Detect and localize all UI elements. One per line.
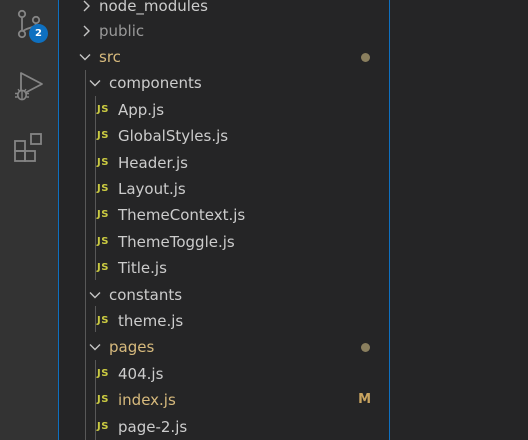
tree-label: Title.js <box>118 259 167 277</box>
tree-folder-public[interactable]: public <box>59 18 389 44</box>
modified-dot-icon <box>361 53 370 62</box>
js-file-icon: JS <box>97 130 109 141</box>
chevron-down-icon <box>89 282 103 308</box>
js-file-icon: JS <box>97 262 109 273</box>
tree-label: Header.js <box>118 154 188 172</box>
chevron-right-icon <box>81 18 95 44</box>
js-file-icon: JS <box>97 183 109 194</box>
tree-label: GlobalStyles.js <box>118 127 229 145</box>
tree-file-globalstyles-js[interactable]: JS GlobalStyles.js <box>59 123 389 149</box>
tree-file-404-js[interactable]: JS 404.js <box>59 361 389 387</box>
tree-label: page-2.js <box>118 418 188 436</box>
tree-file-themecontext-js[interactable]: JS ThemeContext.js <box>59 202 389 228</box>
tree-file-index-js[interactable]: JS index.js M <box>59 387 389 413</box>
tree-folder-components[interactable]: components <box>59 70 389 96</box>
tree-label: components <box>109 74 202 92</box>
tree-label: Layout.js <box>118 180 186 198</box>
git-modified-badge: M <box>358 392 371 407</box>
js-file-icon: JS <box>97 421 109 432</box>
chevron-down-icon <box>89 70 103 96</box>
tree-label: node_modules <box>99 0 208 15</box>
tree-label: pages <box>109 338 155 356</box>
tree-label: ThemeContext.js <box>118 206 246 224</box>
js-file-icon: JS <box>97 157 109 168</box>
tree-folder-constants[interactable]: constants <box>59 282 389 308</box>
explorer-tree: node_modules public src components JS Ap… <box>58 0 390 440</box>
tree-label: src <box>99 48 121 66</box>
js-file-icon: JS <box>97 394 109 405</box>
js-file-icon: JS <box>97 236 109 247</box>
js-file-icon: JS <box>97 209 109 220</box>
chevron-right-icon <box>81 0 95 19</box>
js-file-icon: JS <box>97 368 109 379</box>
tree-label: theme.js <box>118 312 184 330</box>
extensions-icon[interactable] <box>11 130 47 166</box>
tree-file-page-2-js[interactable]: JS page-2.js <box>59 414 389 440</box>
tree-file-layout-js[interactable]: JS Layout.js <box>59 176 389 202</box>
tree-folder-node-modules[interactable]: node_modules <box>59 0 389 19</box>
tree-folder-src[interactable]: src <box>59 44 389 70</box>
tree-label: App.js <box>118 101 165 119</box>
run-debug-icon[interactable] <box>11 68 47 104</box>
modified-dot-icon <box>361 343 370 352</box>
tree-label: ThemeToggle.js <box>118 233 235 251</box>
js-file-icon: JS <box>97 315 109 326</box>
chevron-down-icon <box>79 44 93 70</box>
tree-label: 404.js <box>118 365 164 383</box>
js-file-icon: JS <box>97 104 109 115</box>
tree-folder-pages[interactable]: pages <box>59 334 389 360</box>
activity-bar: 2 <box>0 0 58 440</box>
chevron-down-icon <box>89 334 103 360</box>
tree-file-theme-js[interactable]: JS theme.js <box>59 308 389 334</box>
tree-label: constants <box>109 286 183 304</box>
source-control-badge: 2 <box>29 24 48 43</box>
tree-file-themetoggle-js[interactable]: JS ThemeToggle.js <box>59 229 389 255</box>
tree-label: index.js <box>118 391 176 409</box>
tree-label: public <box>99 22 145 40</box>
tree-file-header-js[interactable]: JS Header.js <box>59 150 389 176</box>
tree-file-app-js[interactable]: JS App.js <box>59 97 389 123</box>
tree-file-title-js[interactable]: JS Title.js <box>59 255 389 281</box>
vscode-window: 2 node_modules public src components JS … <box>0 0 528 440</box>
